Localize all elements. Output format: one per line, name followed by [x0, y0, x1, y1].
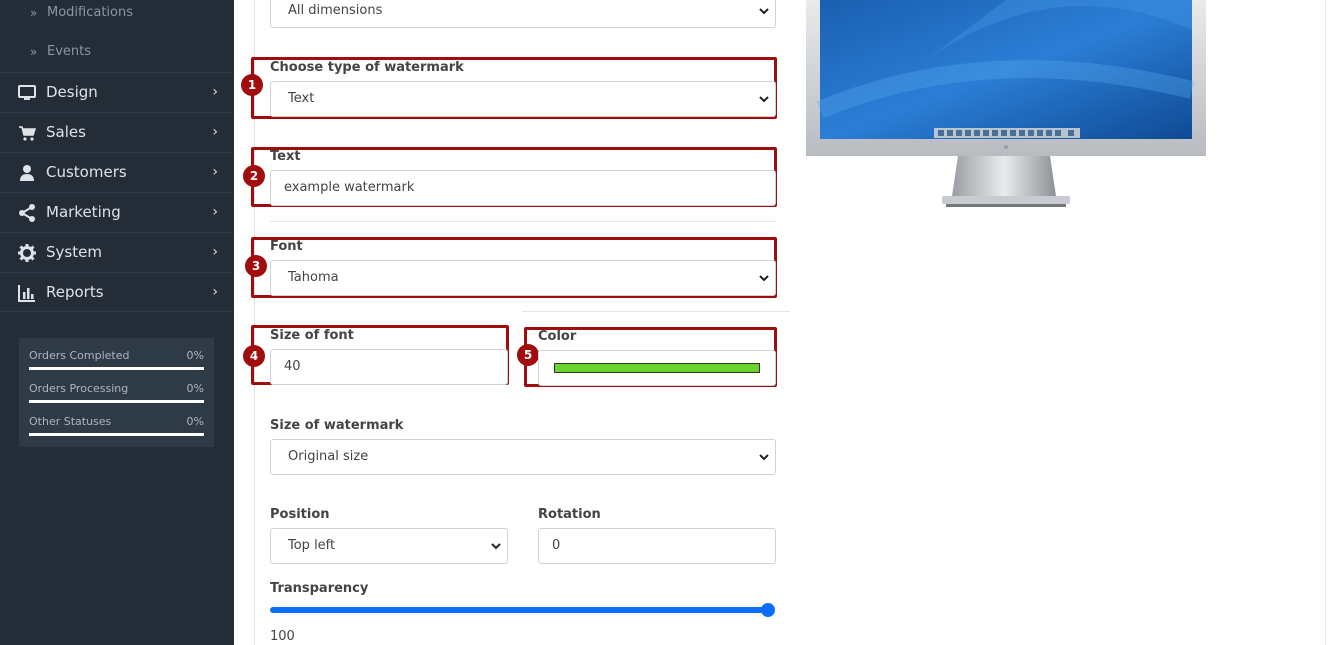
content-divider — [1325, 0, 1326, 645]
watermark-text-input[interactable]: example watermark — [270, 170, 776, 206]
chevron-right-icon: › — [212, 124, 218, 140]
transparency-value: 100 — [270, 629, 295, 644]
chevron-down-icon — [491, 543, 501, 550]
font-size-input[interactable]: 40 — [270, 349, 508, 385]
chevron-right-icon: › — [212, 244, 218, 260]
step-badge: 4 — [243, 345, 265, 367]
progress-bar — [29, 433, 204, 436]
chevron-right-icon: › — [212, 204, 218, 220]
sidebar-item-customers[interactable]: Customers › — [0, 152, 234, 192]
step-badge: 2 — [243, 165, 265, 187]
transparency-slider[interactable] — [270, 607, 770, 613]
sidebar-item-marketing[interactable]: Marketing › — [0, 192, 234, 232]
monitor-icon — [18, 85, 36, 100]
font-select[interactable]: Tahoma — [270, 260, 776, 296]
dimensions-select[interactable]: All dimensions — [270, 0, 776, 28]
chevron-down-icon — [759, 454, 769, 461]
progress-bar — [29, 367, 204, 370]
user-icon — [20, 165, 34, 181]
sidebar-item-reports[interactable]: Reports › — [0, 272, 234, 312]
share-icon — [19, 204, 35, 222]
slider-handle[interactable] — [761, 603, 775, 617]
step-badge: 5 — [517, 344, 539, 366]
font-size-label: Size of font — [270, 328, 354, 343]
sidebar-item-sales[interactable]: Sales › — [0, 112, 234, 152]
rotation-input[interactable]: 0 — [538, 528, 776, 564]
chevron-down-icon — [759, 275, 769, 282]
double-chevron-icon: » — [30, 6, 38, 20]
watermark-type-select[interactable]: Text — [270, 81, 776, 117]
chevron-right-icon: › — [212, 164, 218, 180]
text-label: Text — [270, 149, 301, 164]
watermark-preview-image — [806, 0, 1206, 209]
sidebar-item-system[interactable]: System › — [0, 232, 234, 272]
position-select[interactable]: Top left — [270, 528, 508, 564]
progress-bar — [29, 400, 204, 403]
chevron-right-icon: › — [212, 84, 218, 100]
position-label: Position — [270, 507, 330, 522]
cart-icon — [19, 126, 36, 141]
divider — [522, 311, 790, 312]
chevron-down-icon — [759, 96, 769, 103]
color-swatch — [554, 363, 760, 373]
watermark-size-select[interactable]: Original size — [270, 439, 776, 475]
step-badge: 1 — [241, 74, 263, 96]
watermark-type-label: Choose type of watermark — [270, 60, 464, 75]
bar-chart-icon — [18, 285, 35, 302]
rotation-label: Rotation — [538, 507, 601, 522]
monitor-illustration — [806, 0, 1206, 207]
chevron-down-icon — [759, 8, 769, 15]
double-chevron-icon: » — [30, 45, 38, 59]
font-label: Font — [270, 239, 303, 254]
order-stats-panel: Orders Completed 0% Orders Processing 0%… — [19, 338, 214, 447]
sidebar-item-modifications[interactable]: » Modifications — [0, 0, 234, 38]
sidebar-item-design[interactable]: Design › — [0, 72, 234, 112]
watermark-size-label: Size of watermark — [270, 418, 404, 433]
color-label: Color — [538, 329, 577, 344]
step-badge: 3 — [245, 255, 267, 277]
chevron-right-icon: › — [212, 284, 218, 300]
sidebar: » Modifications » Events Design › Sales … — [0, 0, 234, 645]
transparency-label: Transparency — [270, 581, 369, 596]
divider — [270, 221, 776, 222]
gear-icon — [18, 244, 36, 262]
